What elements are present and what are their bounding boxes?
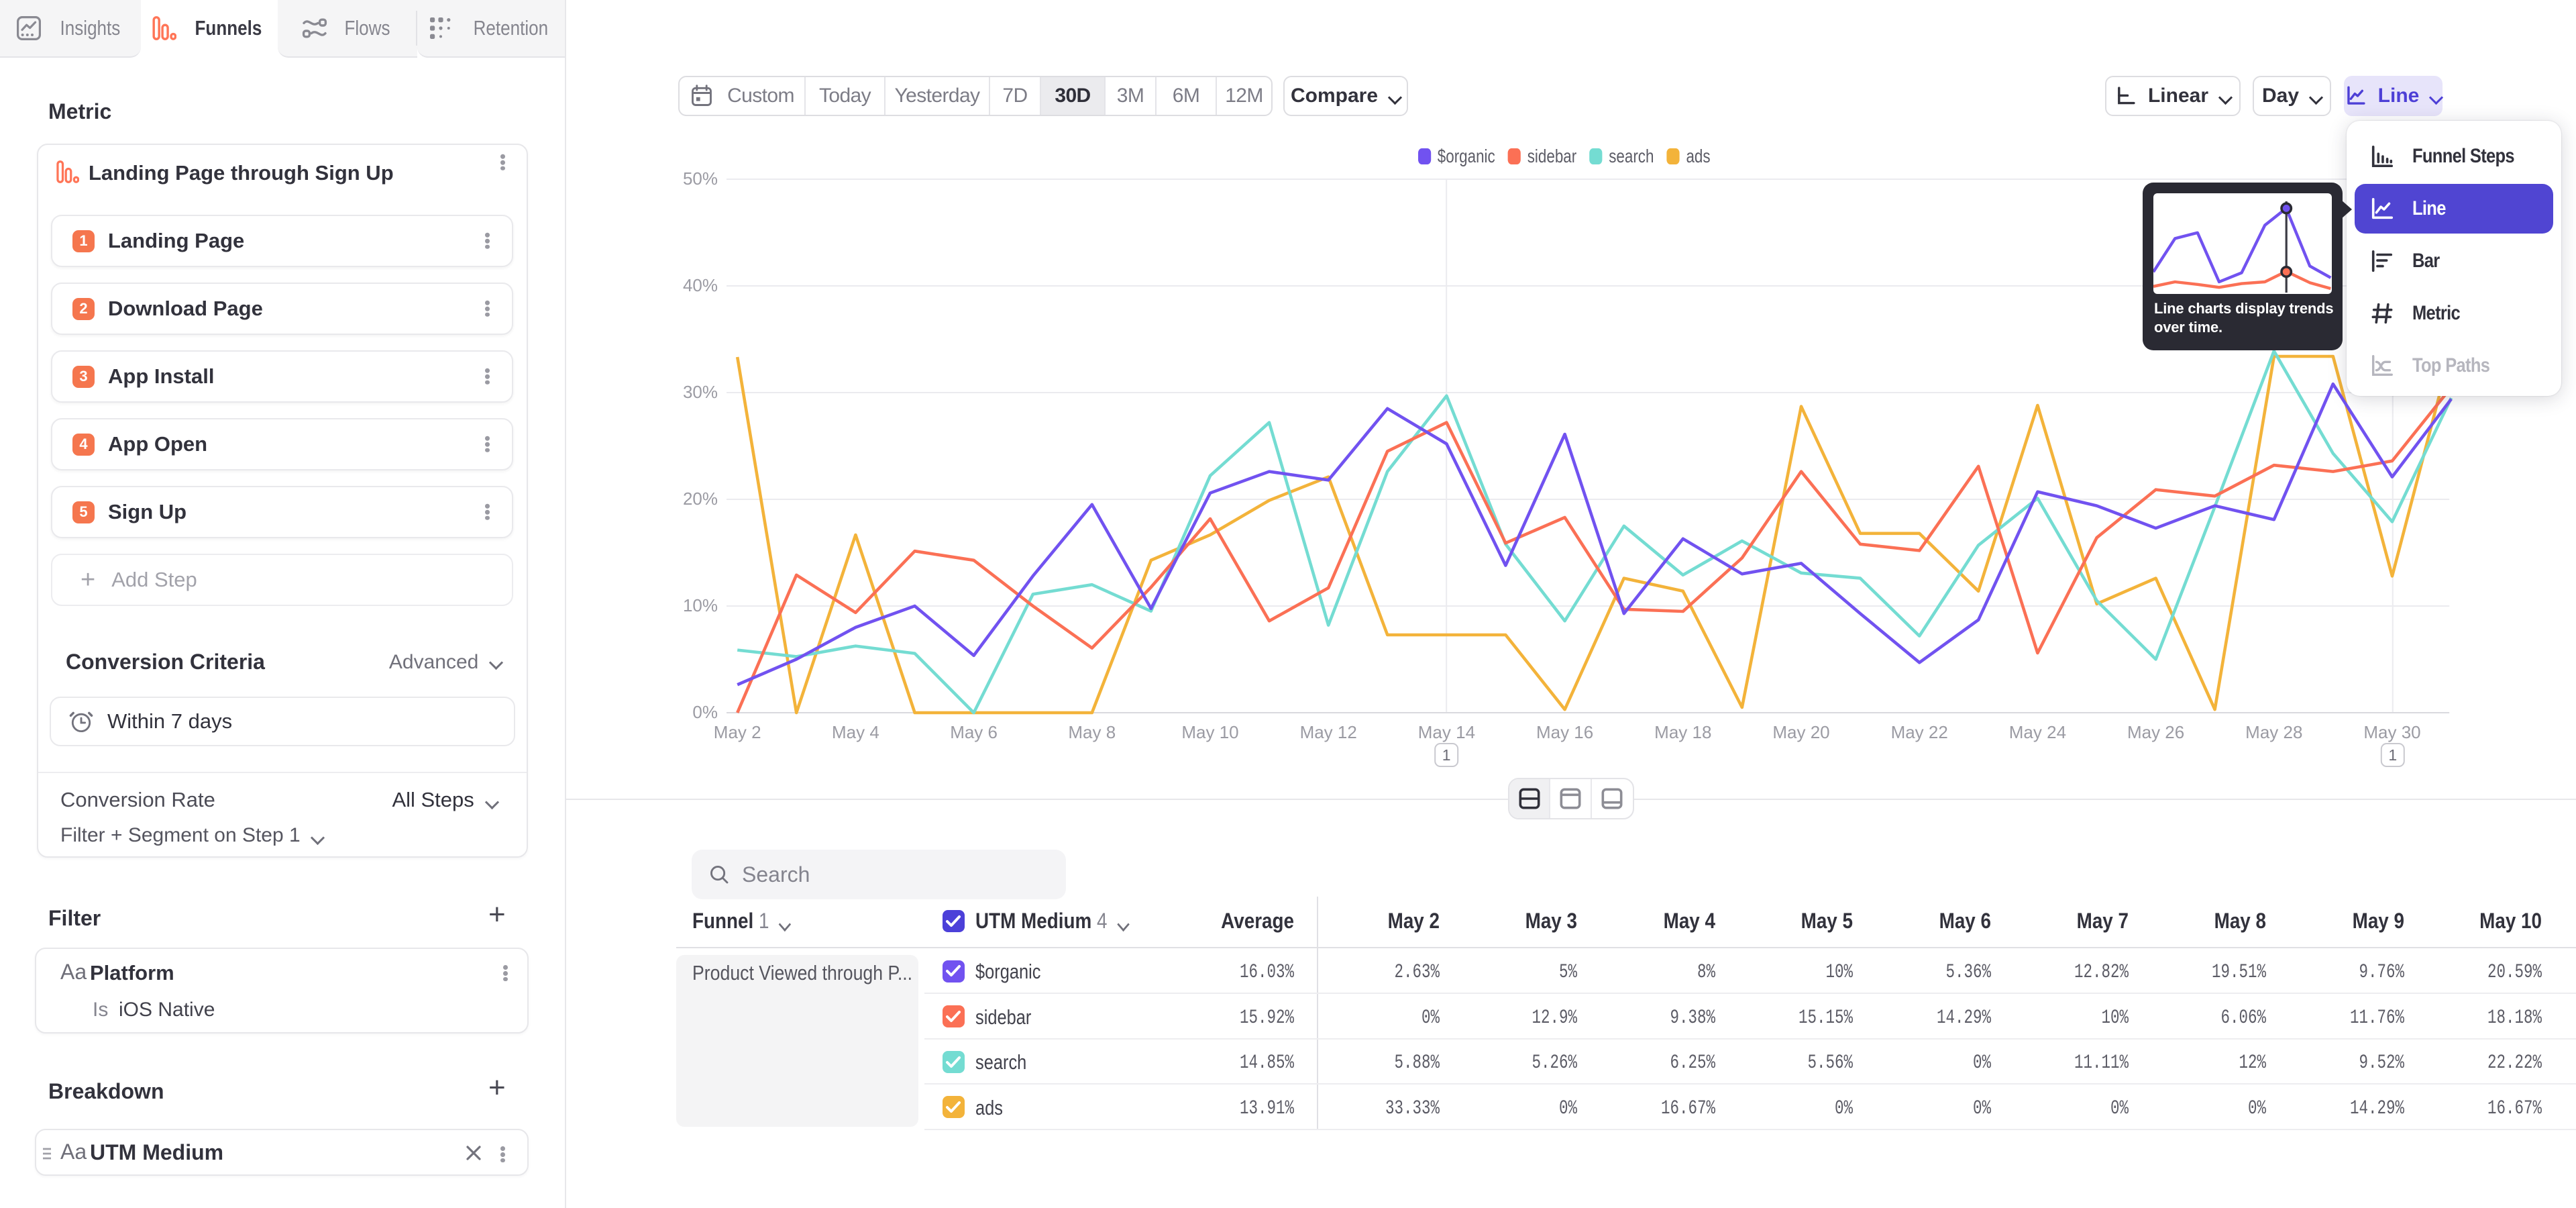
svg-text:10%: 10% xyxy=(683,595,718,615)
svg-text:May 12: May 12 xyxy=(1300,722,1357,742)
svg-text:May 16: May 16 xyxy=(1536,722,1593,742)
svg-text:May 10: May 10 xyxy=(1181,722,1238,742)
svg-text:30%: 30% xyxy=(683,382,718,402)
svg-text:May 20: May 20 xyxy=(1772,722,1829,742)
svg-text:May 24: May 24 xyxy=(2009,722,2066,742)
svg-text:May 28: May 28 xyxy=(2245,722,2302,742)
svg-text:May 30: May 30 xyxy=(2363,722,2420,742)
svg-text:20%: 20% xyxy=(683,489,718,509)
svg-text:May 26: May 26 xyxy=(2127,722,2184,742)
svg-text:May 14: May 14 xyxy=(1418,722,1475,742)
svg-text:May 2: May 2 xyxy=(714,722,761,742)
svg-text:May 8: May 8 xyxy=(1068,722,1116,742)
svg-text:May 18: May 18 xyxy=(1654,722,1711,742)
svg-text:May 4: May 4 xyxy=(832,722,879,742)
svg-text:1: 1 xyxy=(2388,746,2397,764)
svg-text:50%: 50% xyxy=(683,168,718,189)
svg-text:0%: 0% xyxy=(692,702,718,722)
svg-text:May 22: May 22 xyxy=(1891,722,1948,742)
svg-text:May 6: May 6 xyxy=(950,722,998,742)
svg-text:1: 1 xyxy=(1442,746,1451,764)
svg-text:40%: 40% xyxy=(683,275,718,295)
